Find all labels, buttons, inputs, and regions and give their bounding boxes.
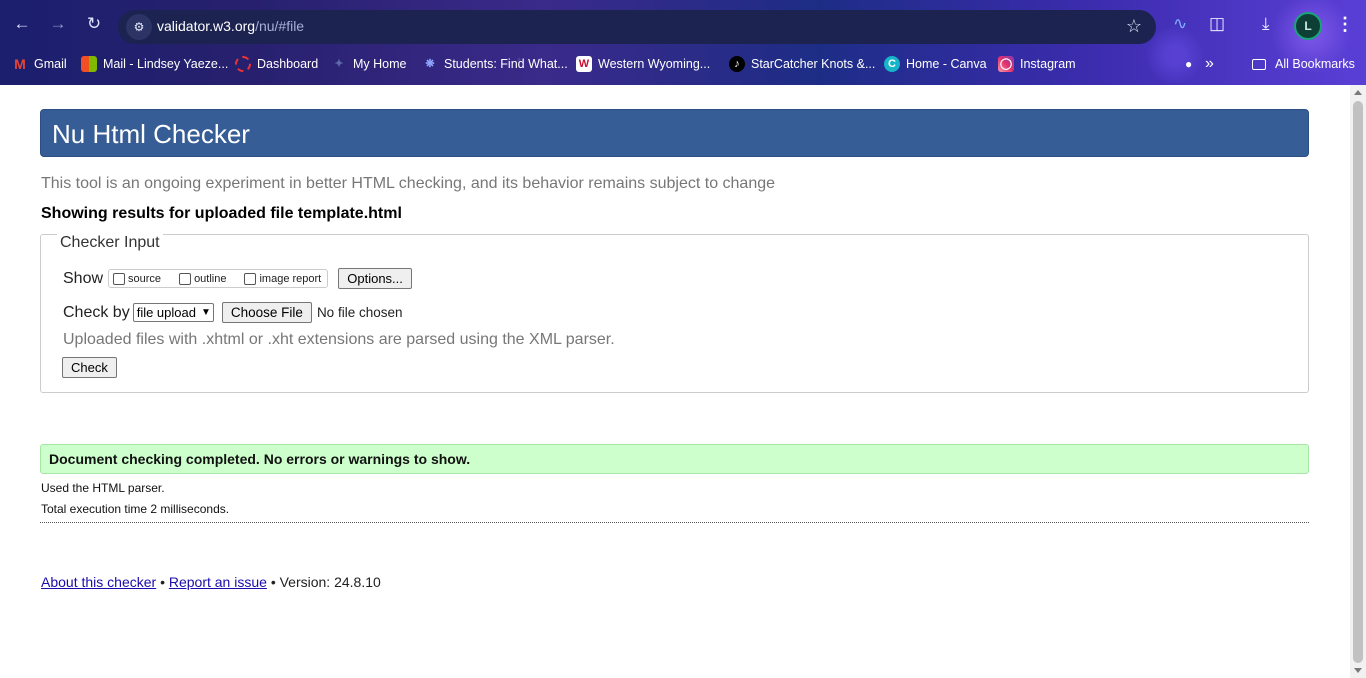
bookmark-students[interactable]: ❋ Students: Find What...: [422, 54, 568, 74]
audio-wave-icon[interactable]: ∿: [1173, 14, 1187, 34]
checker-input-legend: Checker Input: [57, 234, 163, 252]
no-file-text: No file chosen: [316, 305, 403, 320]
bookmark-starcatcher[interactable]: ♪ StarCatcher Knots &...: [729, 54, 875, 74]
bookmark-label: Students: Find What...: [444, 57, 568, 71]
bookmark-label: My Home: [353, 57, 407, 71]
chevron-down-icon: ▼: [200, 307, 211, 318]
site-info-icon[interactable]: ⚙: [126, 14, 152, 40]
xml-parser-note: Uploaded files with .xhtml or .xht exten…: [63, 331, 615, 348]
bookmark-dashboard[interactable]: Dashboard: [235, 54, 318, 74]
vertical-scrollbar[interactable]: [1350, 85, 1366, 678]
bookmark-western[interactable]: W Western Wyoming...: [576, 54, 710, 74]
outline-checkbox[interactable]: [179, 272, 192, 285]
options-button[interactable]: Options...: [338, 268, 412, 289]
check-by-row: Check by file upload ▼ Choose File No fi…: [63, 302, 403, 323]
profile-avatar[interactable]: L: [1294, 12, 1322, 40]
bookmark-canva[interactable]: C Home - Canva: [884, 54, 987, 74]
bookmark-label: Western Wyoming...: [598, 57, 711, 71]
extensions-icon[interactable]: ◫: [1209, 14, 1225, 34]
check-button[interactable]: Check: [62, 357, 117, 378]
source-checkbox[interactable]: [113, 272, 126, 285]
image-report-label[interactable]: image report: [259, 273, 321, 285]
microsoft-icon: [81, 56, 97, 72]
success-message: Document checking completed. No errors o…: [49, 451, 471, 467]
show-options-group: source outline image report: [108, 269, 329, 288]
bookmarks-bar: M Gmail Mail - Lindsey Yaeze... Dashboar…: [0, 52, 1366, 76]
reload-icon[interactable]: ↻: [83, 13, 105, 35]
bookmarks-overflow-icon[interactable]: »: [1205, 54, 1214, 74]
divider: [40, 522, 1309, 523]
parser-info: Used the HTML parser.: [41, 481, 165, 495]
bookmark-instagram[interactable]: ◯ Instagram: [998, 54, 1076, 74]
outline-label[interactable]: outline: [194, 273, 226, 285]
tiktok-icon: ♪: [729, 56, 745, 72]
folder-icon: [1252, 58, 1266, 70]
scroll-thumb[interactable]: [1353, 101, 1363, 663]
show-label: Show: [63, 269, 104, 287]
bookmark-label: Instagram: [1020, 57, 1076, 71]
myhome-icon: ✦: [334, 58, 344, 70]
wwcc-icon: W: [576, 56, 592, 72]
scroll-down-icon[interactable]: [1354, 668, 1362, 673]
download-icon[interactable]: ⤓: [1262, 14, 1270, 34]
canva-icon: C: [884, 56, 900, 72]
check-by-label: Check by: [63, 303, 130, 321]
bookmark-label: StarCatcher Knots &...: [751, 57, 876, 71]
students-icon: ❋: [425, 58, 435, 70]
footer-bullet: •: [160, 574, 165, 590]
dashboard-icon: [235, 56, 251, 72]
bookmark-myhome[interactable]: ✦ My Home: [331, 54, 406, 74]
browser-toolbar: ← → ↻ ⚙ validator.w3.org/nu/#file ☆ ∿ ◫ …: [0, 0, 1366, 46]
about-link[interactable]: About this checker: [41, 574, 156, 590]
all-bookmarks[interactable]: All Bookmarks: [1252, 54, 1355, 74]
browser-chrome: ← → ↻ ⚙ validator.w3.org/nu/#file ☆ ∿ ◫ …: [0, 0, 1366, 85]
results-heading: Showing results for uploaded file templa…: [41, 205, 402, 222]
page-content: Nu Html Checker This tool is an ongoing …: [0, 85, 1350, 678]
instagram-icon: ◯: [998, 56, 1014, 72]
bookmark-label: Dashboard: [257, 57, 319, 71]
success-message-box: Document checking completed. No errors o…: [40, 444, 1309, 474]
bookmark-label: Mail - Lindsey Yaeze...: [103, 57, 229, 71]
choose-file-button[interactable]: Choose File: [221, 302, 312, 323]
check-row: Check: [62, 357, 117, 378]
url-text[interactable]: validator.w3.org/nu/#file: [157, 18, 304, 34]
gmail-icon: M: [14, 56, 26, 72]
bookmark-label: Gmail: [34, 57, 67, 71]
bookmark-star-icon[interactable]: ☆: [1126, 16, 1142, 37]
page-header: Nu Html Checker: [40, 109, 1309, 157]
forward-icon[interactable]: →: [47, 13, 69, 35]
media-dot-icon[interactable]: ●: [1185, 54, 1192, 74]
show-row: Show source outline image report Options…: [63, 268, 412, 289]
menu-kebab-icon[interactable]: ⋮: [1336, 12, 1354, 36]
scroll-up-icon[interactable]: [1354, 90, 1362, 95]
back-icon[interactable]: ←: [11, 13, 33, 35]
check-by-select[interactable]: file upload ▼: [132, 303, 214, 322]
bookmark-label: Home - Canva: [906, 57, 987, 71]
address-bar[interactable]: ⚙ validator.w3.org/nu/#file ☆: [118, 10, 1156, 44]
source-label[interactable]: source: [128, 273, 161, 285]
bookmark-mail[interactable]: Mail - Lindsey Yaeze...: [81, 54, 228, 74]
tagline: This tool is an ongoing experiment in be…: [41, 175, 776, 192]
footer: About this checker • Report an issue • V…: [41, 574, 381, 590]
all-bookmarks-label: All Bookmarks: [1275, 57, 1355, 71]
page-title: Nu Html Checker: [52, 119, 250, 149]
bookmark-gmail[interactable]: M Gmail: [12, 54, 67, 74]
report-issue-link[interactable]: Report an issue: [169, 574, 267, 590]
execution-time: Total execution time 2 milliseconds.: [41, 502, 230, 516]
version-text: • Version: 24.8.10: [270, 574, 381, 590]
check-by-value: file upload: [136, 305, 196, 320]
image-report-checkbox[interactable]: [244, 272, 257, 285]
